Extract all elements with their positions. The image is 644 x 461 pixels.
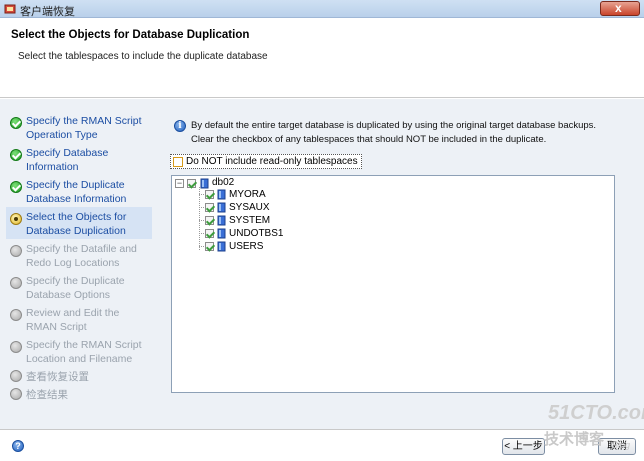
tablespace-icon <box>217 241 226 252</box>
wizard-header: Select the Objects for Database Duplicat… <box>0 19 644 98</box>
database-icon <box>200 178 209 189</box>
window-title: 客户端恢复 <box>20 6 75 18</box>
checkbox-box[interactable] <box>173 157 183 167</box>
step-view-restore-settings: 查看恢复设置 <box>6 367 152 385</box>
tree-node-sysaux[interactable]: SYSAUX <box>172 202 332 214</box>
step-label: Specify the RMAN Script Location and Fil… <box>26 339 142 365</box>
tree-node-undotbs1[interactable]: UNDOTBS1 <box>172 228 332 240</box>
tree-node-label: SYSTEM <box>229 215 271 226</box>
tree-node-label: db02 <box>212 177 235 188</box>
tree-node-label: USERS <box>229 241 264 252</box>
wizard-steps-nav: Specify the RMAN Script Operation Type S… <box>6 111 152 403</box>
pending-step-icon <box>10 370 22 382</box>
step-script-location: Specify the RMAN Script Location and Fil… <box>6 335 152 367</box>
page-subtitle: Select the tablespaces to include the du… <box>18 51 268 62</box>
step-label: Select the Objects for Database Duplicat… <box>26 211 127 237</box>
back-button[interactable]: < 上一步 <box>502 438 545 455</box>
pending-step-icon <box>10 277 22 289</box>
tree-checkbox[interactable] <box>205 190 214 199</box>
info-icon: i <box>174 120 186 132</box>
watermark-text: Blog <box>612 440 631 450</box>
tablespace-icon <box>217 189 226 200</box>
page-title: Select the Objects for Database Duplicat… <box>11 29 250 41</box>
checkbox-label: Do NOT include read-only tablespaces <box>186 156 358 167</box>
info-message: By default the entire target database is… <box>191 120 597 145</box>
tablespace-tree: − db02 MYORA SYSAUX SYSTEM UNDOTBS1 USER… <box>171 175 615 393</box>
tree-checkbox[interactable] <box>205 203 214 212</box>
step-label: 查看恢复设置 <box>26 371 89 383</box>
tablespace-icon <box>217 228 226 239</box>
watermark-text: 技术博客 <box>544 431 605 448</box>
objects-panel: i By default the entire target database … <box>161 111 634 417</box>
tree-node-label: MYORA <box>229 189 266 200</box>
site-watermark: 51CTO.com 技术博客 Blog <box>544 402 644 454</box>
tree-node-myora[interactable]: MYORA <box>172 189 332 201</box>
window-title-bar: 客户端恢复 x <box>0 0 644 18</box>
collapse-icon[interactable]: − <box>175 179 184 188</box>
tree-checkbox[interactable] <box>205 229 214 238</box>
step-label: Specify the Datafile and Redo Log Locati… <box>26 243 137 269</box>
step-review-script: Review and Edit the RMAN Script <box>6 303 152 335</box>
tree-checkbox[interactable] <box>187 179 196 188</box>
step-label: Review and Edit the RMAN Script <box>26 307 120 333</box>
tree-checkbox[interactable] <box>205 242 214 251</box>
close-icon: x <box>615 1 622 15</box>
step-datafile-locations: Specify the Datafile and Redo Log Locati… <box>6 239 152 271</box>
close-button[interactable]: x <box>600 1 640 16</box>
completed-check-icon <box>10 117 22 129</box>
step-check-results: 检查结果 <box>6 385 152 403</box>
wizard-content: Specify the RMAN Script Operation Type S… <box>0 99 644 429</box>
watermark-text: 51CTO.com <box>548 402 644 424</box>
step-label: Specify the Duplicate Database Informati… <box>26 179 127 205</box>
app-icon <box>4 4 16 14</box>
step-database-information[interactable]: Specify Database Information <box>6 143 152 175</box>
pending-step-icon <box>10 388 22 400</box>
tablespace-icon <box>217 215 226 226</box>
step-rman-operation-type[interactable]: Specify the RMAN Script Operation Type <box>6 111 152 143</box>
step-label: 检查结果 <box>26 389 68 401</box>
tree-node-system[interactable]: SYSTEM <box>172 215 332 227</box>
help-icon[interactable]: ? <box>12 440 24 452</box>
pending-step-icon <box>10 245 22 257</box>
tablespace-icon <box>217 202 226 213</box>
step-duplicate-options: Specify the Duplicate Database Options <box>6 271 152 303</box>
tree-node-db02[interactable]: − db02 <box>172 177 292 189</box>
step-label: Specify the Duplicate Database Options <box>26 275 125 301</box>
tree-node-label: SYSAUX <box>229 202 270 213</box>
completed-check-icon <box>10 181 22 193</box>
completed-check-icon <box>10 149 22 161</box>
pending-step-icon <box>10 341 22 353</box>
step-duplicate-database-information[interactable]: Specify the Duplicate Database Informati… <box>6 175 152 207</box>
readonly-tablespaces-checkbox[interactable]: Do NOT include read-only tablespaces <box>170 154 362 169</box>
tree-node-users[interactable]: USERS <box>172 241 332 253</box>
tree-checkbox[interactable] <box>205 216 214 225</box>
step-select-objects[interactable]: Select the Objects for Database Duplicat… <box>6 207 152 239</box>
step-label: Specify the RMAN Script Operation Type <box>26 115 142 141</box>
tree-node-label: UNDOTBS1 <box>229 228 284 239</box>
step-label: Specify Database Information <box>26 147 109 173</box>
pending-step-icon <box>10 309 22 321</box>
current-step-icon <box>10 213 22 225</box>
